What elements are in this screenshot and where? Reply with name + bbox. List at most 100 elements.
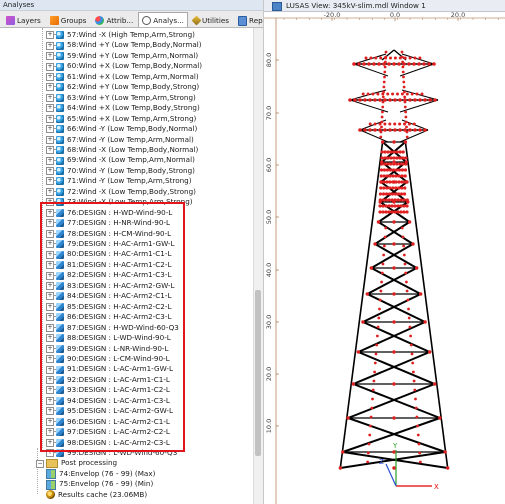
- tree-item-design-case[interactable]: +85:DESIGN : H-AC-Arm2-C2-L: [46, 302, 171, 312]
- expand-toggle-icon[interactable]: +: [46, 376, 54, 385]
- expand-toggle-icon[interactable]: +: [46, 417, 54, 426]
- expand-toggle-icon[interactable]: +: [46, 396, 54, 405]
- tree-item-envelope[interactable]: 75:Envelop (76 - 99) (Min): [46, 479, 153, 490]
- expand-toggle-icon[interactable]: +: [46, 281, 54, 290]
- tree-item-loadcase[interactable]: +70:Wind -Y (Low Temp,Body,Strong): [46, 166, 195, 176]
- expand-toggle-icon[interactable]: +: [46, 344, 54, 353]
- tree-folder-post-processing[interactable]: − Post processing: [36, 458, 117, 469]
- expand-toggle-icon[interactable]: +: [46, 323, 54, 332]
- tab-layers[interactable]: Layers: [2, 13, 45, 27]
- expand-toggle-icon[interactable]: +: [46, 52, 54, 61]
- tree-item-design-case[interactable]: +87:DESIGN : H-WD-Wind-60-Q3: [46, 323, 179, 333]
- expand-toggle-icon[interactable]: +: [46, 302, 54, 311]
- tree-item-design-case[interactable]: +98:DESIGN : L-AC-Arm2-C3-L: [46, 438, 170, 448]
- expand-toggle-icon[interactable]: +: [46, 313, 54, 322]
- expand-toggle-icon[interactable]: +: [46, 365, 54, 374]
- tree-item-loadcase[interactable]: +59:Wind +Y (Low Temp,Arm,Normal): [46, 51, 198, 61]
- expand-toggle-icon[interactable]: +: [46, 438, 54, 447]
- expand-toggle-icon[interactable]: +: [46, 177, 54, 186]
- tree-item-loadcase[interactable]: +71:Wind -Y (Low Temp,Arm,Strong): [46, 176, 192, 186]
- tab-attributes[interactable]: Attrib...: [91, 13, 137, 27]
- expand-toggle-icon[interactable]: +: [46, 146, 54, 155]
- node-marker: [413, 56, 417, 60]
- expand-toggle-icon[interactable]: +: [46, 125, 54, 134]
- expand-toggle-icon[interactable]: +: [46, 41, 54, 50]
- tree-item-design-case[interactable]: +83:DESIGN : H-AC-Arm2-GW-L: [46, 281, 175, 291]
- expand-toggle-icon[interactable]: +: [46, 104, 54, 113]
- model-viewport[interactable]: -20.0 0.0 20.0 80.0 70.0 60.0 50.0 40.0 30.0 20.0…: [264, 12, 505, 504]
- expand-toggle-icon[interactable]: +: [46, 93, 54, 102]
- tree-item-results-cache[interactable]: Results cache (23.06MB): [46, 490, 147, 500]
- tree-item-design-case[interactable]: +97:DESIGN : L-AC-Arm2-C2-L: [46, 427, 170, 437]
- tab-reports[interactable]: Reports: [234, 13, 263, 27]
- node-marker: [383, 128, 387, 132]
- tree-item-loadcase[interactable]: +65:Wind +X (Low Temp,Arm,Strong): [46, 114, 196, 124]
- tree-item-design-case[interactable]: +89:DESIGN : L-NR-Wind-90-L: [46, 344, 169, 354]
- expand-toggle-icon[interactable]: +: [46, 428, 54, 437]
- expand-toggle-icon[interactable]: +: [46, 355, 54, 364]
- tree-item-loadcase[interactable]: +66:Wind -Y (Low Temp,Body,Normal): [46, 124, 197, 134]
- tree-item-loadcase[interactable]: +57:Wind -X (High Temp,Arm,Strong): [46, 30, 195, 40]
- expand-toggle-icon[interactable]: +: [46, 135, 54, 144]
- expand-toggle-icon[interactable]: +: [46, 167, 54, 176]
- tree-item-loadcase[interactable]: +68:Wind -X (Low Temp,Body,Normal): [46, 145, 198, 155]
- expand-toggle-icon[interactable]: +: [46, 229, 54, 238]
- expand-toggle-icon[interactable]: +: [46, 334, 54, 343]
- expand-toggle-icon[interactable]: +: [46, 386, 54, 395]
- expand-toggle-icon[interactable]: +: [46, 271, 54, 280]
- node-marker: [368, 98, 372, 102]
- tree-item-loadcase[interactable]: +62:Wind +Y (Low Temp,Body,Strong): [46, 82, 199, 92]
- expand-toggle-icon[interactable]: +: [46, 114, 54, 123]
- expand-toggle-icon[interactable]: +: [46, 198, 54, 207]
- expand-toggle-icon[interactable]: +: [46, 156, 54, 165]
- expand-toggle-icon[interactable]: +: [46, 219, 54, 228]
- tree-item-loadcase[interactable]: +61:Wind +X (Low Temp,Arm,Normal): [46, 72, 199, 82]
- tree-item-design-case[interactable]: +76:DESIGN : H-WD-Wind-90-L: [46, 208, 172, 218]
- expand-toggle-icon[interactable]: +: [46, 83, 54, 92]
- tree-item-design-case[interactable]: +86:DESIGN : H-AC-Arm2-C3-L: [46, 312, 171, 322]
- tree-item-loadcase[interactable]: +72:Wind -X (Low Temp,Body,Strong): [46, 187, 196, 197]
- expand-toggle-icon[interactable]: +: [46, 31, 54, 40]
- expand-toggle-icon[interactable]: +: [46, 449, 54, 458]
- tree-item-loadcase[interactable]: +67:Wind -Y (Low Temp,Arm,Normal): [46, 135, 194, 145]
- tree-item-design-case[interactable]: +77:DESIGN : H-NR-Wind-90-L: [46, 218, 170, 228]
- tree-item-design-case[interactable]: +79:DESIGN : H-AC-Arm1-GW-L: [46, 239, 175, 249]
- tree-item-loadcase[interactable]: +63:Wind +Y (Low Temp,Arm,Strong): [46, 93, 196, 103]
- expand-toggle-icon[interactable]: +: [46, 407, 54, 416]
- expand-toggle-icon[interactable]: +: [46, 240, 54, 249]
- tree-item-design-case[interactable]: +82:DESIGN : H-AC-Arm1-C3-L: [46, 270, 171, 280]
- tree-item-design-case[interactable]: +90:DESIGN : L-CM-Wind-90-L: [46, 354, 170, 364]
- tab-analyses[interactable]: Analys...: [138, 12, 188, 27]
- loadcase-icon: [53, 177, 64, 186]
- scrollbar-thumb[interactable]: [255, 290, 261, 456]
- expand-toggle-icon[interactable]: +: [46, 72, 54, 81]
- tree-item-design-case[interactable]: +93:DESIGN : L-AC-Arm1-C2-L: [46, 385, 170, 395]
- tree-scrollbar[interactable]: [253, 28, 263, 504]
- tree-item-loadcase[interactable]: +73:Wind -X (Low Temp,Arm,Strong): [46, 197, 193, 207]
- expand-toggle-icon[interactable]: +: [46, 62, 54, 71]
- tree-item-design-case[interactable]: +81:DESIGN : H-AC-Arm1-C2-L: [46, 260, 171, 270]
- tree-item-design-case[interactable]: +84:DESIGN : H-AC-Arm2-C1-L: [46, 291, 171, 301]
- tab-utilities[interactable]: Utilities: [189, 13, 233, 27]
- tree-item-design-case[interactable]: +91:DESIGN : L-AC-Arm1-GW-L: [46, 364, 173, 374]
- tree-item-loadcase[interactable]: +60:Wind +X (Low Temp,Body,Normal): [46, 61, 202, 71]
- tree-item-loadcase[interactable]: +64:Wind +X (Low Temp,Body,Strong): [46, 103, 200, 113]
- expand-toggle-icon[interactable]: +: [46, 187, 54, 196]
- expand-toggle-icon[interactable]: +: [46, 208, 54, 217]
- tree-item-design-case[interactable]: +92:DESIGN : L-AC-Arm1-C1-L: [46, 375, 170, 385]
- expand-toggle-icon[interactable]: +: [46, 292, 54, 301]
- tab-groups[interactable]: Groups: [46, 13, 91, 27]
- tree-item-design-case[interactable]: +78:DESIGN : H-CM-Wind-90-L: [46, 229, 171, 239]
- tree-item-design-case[interactable]: +99:DESIGN : L-WD-Wind-60-Q3: [46, 448, 177, 458]
- tree-item-design-case[interactable]: +80:DESIGN : H-AC-Arm1-C1-L: [46, 249, 171, 259]
- tree-item-loadcase[interactable]: +69:Wind -X (Low Temp,Arm,Normal): [46, 155, 195, 165]
- tree-item-envelope[interactable]: 74:Envelop (76 - 99) (Max): [46, 469, 155, 480]
- expand-toggle-icon[interactable]: +: [46, 261, 54, 270]
- expand-toggle-icon[interactable]: −: [36, 459, 44, 468]
- expand-toggle-icon[interactable]: +: [46, 250, 54, 259]
- tree-item-design-case[interactable]: +96:DESIGN : L-AC-Arm2-C1-L: [46, 417, 170, 427]
- tree-item-design-case[interactable]: +95:DESIGN : L-AC-Arm2-GW-L: [46, 406, 173, 416]
- tree-item-design-case[interactable]: +94:DESIGN : L-AC-Arm1-C3-L: [46, 396, 170, 406]
- tree-item-loadcase[interactable]: +58:Wind +Y (Low Temp,Body,Normal): [46, 40, 202, 50]
- tree-item-design-case[interactable]: +88:DESIGN : L-WD-Wind-90-L: [46, 333, 171, 343]
